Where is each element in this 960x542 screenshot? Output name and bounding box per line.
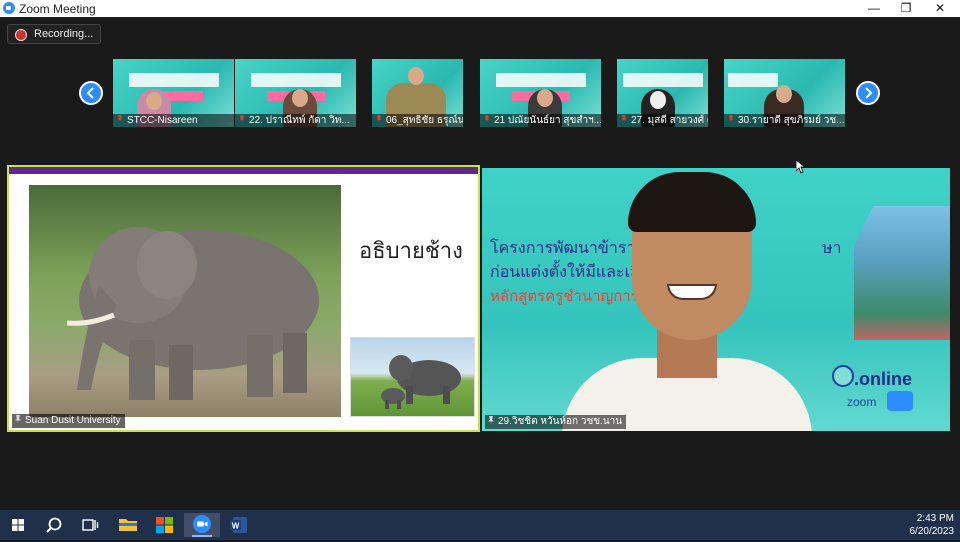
chevron-right-icon	[865, 87, 873, 99]
title-bar: Zoom Meeting — ❐ ✕	[0, 0, 960, 17]
svg-text:W: W	[232, 522, 240, 531]
participant-name: Suan Dusit University	[25, 415, 121, 426]
participant-face	[537, 89, 553, 107]
word-icon: W	[230, 517, 247, 533]
muted-mic-icon	[118, 115, 122, 121]
active-speaker-tile[interactable]: โครงการพัฒนาข้าราชการครู ษา ก่อนแต่งตั้ง…	[482, 168, 950, 431]
participant-name-bar: 21 ปณัยนันธ์ยา สุขสำฯ...	[480, 114, 601, 127]
elephant-family-photo	[350, 337, 475, 417]
task-view-icon	[82, 519, 99, 531]
participant-name: 30.รายาดี สุขภิรมย์ วช...	[738, 115, 845, 126]
participant-name-bar: STCC-Nisareen	[113, 114, 234, 127]
muted-mic-icon	[729, 115, 733, 121]
elephant-family-illustration	[381, 355, 461, 409]
system-clock[interactable]: 2:43 PM 6/20/2023	[910, 512, 955, 538]
windows-logo-icon	[12, 519, 24, 531]
pin-icon	[488, 416, 494, 425]
slide-banner	[496, 73, 586, 87]
muted-mic-icon	[240, 115, 244, 121]
zoom-logo-text: zoom	[847, 395, 877, 409]
mouse-cursor-icon	[796, 160, 806, 174]
microsoft-store-button[interactable]	[147, 513, 183, 537]
slide-banner	[251, 73, 341, 87]
task-view-button[interactable]	[72, 513, 108, 537]
windows-taskbar: W 2:43 PM 6/20/2023	[0, 510, 960, 540]
zoom-taskbar-button[interactable]	[184, 513, 220, 537]
muted-mic-icon	[377, 115, 381, 121]
participant-name-bar: Suan Dusit University	[12, 414, 125, 428]
elephant-illustration	[66, 227, 319, 400]
building-photo	[854, 206, 950, 340]
folder-icon	[119, 519, 137, 531]
close-button[interactable]: ✕	[923, 0, 957, 17]
store-icon	[156, 517, 173, 533]
participant-name: 22. ปราณีทพ์ กัดา วิท...	[249, 115, 350, 126]
slide-banner	[623, 73, 703, 87]
clock-time: 2:43 PM	[916, 513, 954, 524]
zoom-app-icon	[3, 2, 15, 14]
elephant-photo	[29, 185, 341, 417]
globe-icon	[832, 365, 854, 387]
chevron-left-icon	[86, 87, 94, 99]
participant-name-bar: 30.รายาดี สุขภิรมย์ วช...	[724, 114, 845, 127]
slide-title-line1-end: ษา	[822, 238, 842, 257]
slide-heading: อธิบายช้าง	[359, 239, 463, 264]
muted-mic-icon	[485, 115, 489, 121]
participant-tile[interactable]: 30.รายาดี สุขภิรมย์ วช...	[724, 59, 845, 127]
next-page-button[interactable]	[856, 81, 880, 105]
participant-tile[interactable]: 21 ปณัยนันธ์ยา สุขสำฯ...	[480, 59, 601, 127]
participant-name-bar: 22. ปราณีทพ์ กัดา วิท...	[235, 114, 356, 127]
participant-name: 21 ปณัยนันธ์ยา สุขสำฯ...	[494, 115, 601, 126]
participant-name-bar: 27. มุสดี สายวงศ์ (วชช.น...	[617, 114, 708, 127]
participant-face	[650, 91, 666, 109]
search-button[interactable]	[36, 513, 72, 537]
slide-banner	[728, 73, 778, 87]
zoom-icon	[193, 515, 211, 533]
participant-name-bar: 29.วิชชิต หวันห์อก วชช.นาน	[485, 415, 627, 429]
shared-screen-tile[interactable]: อธิบายช้าง Suan Dusit University	[7, 165, 480, 432]
participant-face	[776, 85, 792, 103]
participant-face	[292, 89, 308, 107]
slide-title-line3: หลักสูตรครูชำนาญการพิเ	[490, 287, 654, 305]
file-explorer-button[interactable]	[110, 513, 146, 537]
participant-name: 06_สุทธิชัย ธรุณ์น นาฏู...	[386, 115, 463, 126]
recording-indicator[interactable]: Recording...	[7, 24, 101, 44]
participant-tile[interactable]: 06_สุทธิชัย ธรุณ์น นาฏู...	[372, 59, 463, 127]
participant-tile[interactable]: STCC-Nisareen	[113, 59, 234, 127]
online-logo-text: .online	[854, 369, 912, 389]
minimize-button[interactable]: —	[857, 0, 891, 17]
participant-tile[interactable]: 27. มุสดี สายวงศ์ (วชช.น...	[617, 59, 708, 127]
participant-name: STCC-Nisareen	[127, 115, 198, 126]
participant-name-bar: 06_สุทธิชัย ธรุณ์น นาฏู...	[372, 114, 463, 127]
recording-label: Recording...	[34, 28, 94, 40]
slide-banner	[129, 73, 219, 87]
recording-icon	[15, 29, 27, 41]
speaker-hair	[628, 172, 756, 232]
window-title: Zoom Meeting	[19, 2, 96, 16]
participant-face	[146, 92, 162, 110]
participant-face	[408, 67, 424, 85]
word-taskbar-button[interactable]: W	[221, 513, 257, 537]
presenter-app-toolbar	[9, 167, 478, 174]
clock-date: 6/20/2023	[909, 526, 955, 537]
muted-mic-icon	[622, 115, 626, 121]
participant-name: 27. มุสดี สายวงศ์ (วชช.น...	[631, 115, 708, 126]
maximize-button[interactable]: ❐	[889, 0, 923, 17]
previous-page-button[interactable]	[79, 81, 103, 105]
participant-tile[interactable]: 22. ปราณีทพ์ กัดา วิท...	[235, 59, 356, 127]
pin-icon	[15, 415, 21, 424]
zoom-camera-icon	[887, 391, 913, 411]
participant-name: 29.วิชชิต หวันห์อก วชช.นาน	[498, 416, 623, 427]
search-icon	[46, 517, 62, 533]
start-button[interactable]	[0, 513, 36, 537]
